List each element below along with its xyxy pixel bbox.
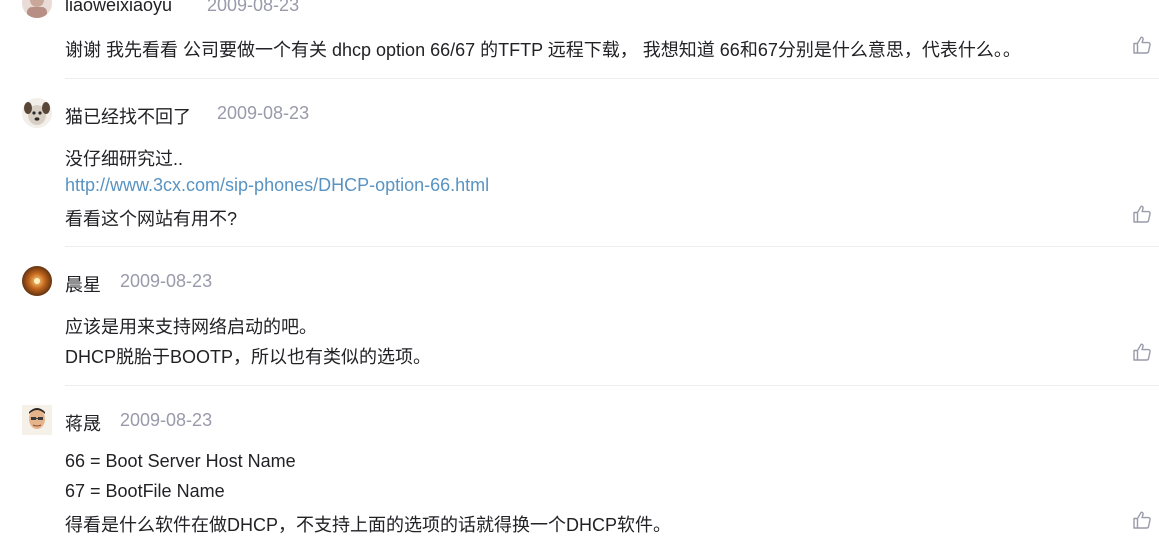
thumbs-up-icon	[1133, 205, 1151, 223]
like-button[interactable]	[1132, 35, 1152, 55]
user-avatar-dog-icon	[22, 98, 52, 128]
comment-text-line: 应该是用来支持网络启动的吧。	[65, 317, 317, 337]
thumbs-up-icon	[1133, 511, 1151, 529]
comment-divider	[65, 385, 1159, 386]
comment-text-line: 67 = BootFile Name	[65, 481, 225, 501]
comment-text-line: 看看这个网站有用不?	[65, 209, 238, 229]
comment-date: 2009-08-23	[217, 103, 310, 123]
like-button[interactable]	[1132, 510, 1152, 530]
user-avatar-person-icon	[22, 405, 52, 435]
comment-divider	[65, 78, 1159, 79]
comment-text-line: DHCP脱胎于BOOTP，所以也有类似的选项。	[65, 347, 432, 367]
comment-text-line: 谢谢 我先看看 公司要做一个有关 dhcp option 66/67 的TFTP…	[65, 40, 1021, 60]
comment-date: 2009-08-23	[120, 410, 213, 430]
comment-author-name[interactable]: 晨星	[65, 271, 101, 297]
comment-author-name[interactable]: 猫已经找不回了	[65, 103, 191, 129]
comment-text-line: 66 = Boot Server Host Name	[65, 451, 296, 471]
avatar[interactable]	[22, 266, 52, 296]
comment-date: 2009-08-23	[207, 0, 300, 15]
avatar[interactable]	[22, 0, 52, 18]
comment-link[interactable]: http://www.3cx.com/sip-phones/DHCP-optio…	[65, 175, 489, 196]
comment-author-name[interactable]: liaoweixiaoyu	[65, 0, 172, 16]
user-avatar-sparkle-icon	[22, 266, 52, 296]
like-button[interactable]	[1132, 204, 1152, 224]
comment-text-line: 没仔细研究过..	[65, 149, 184, 169]
comment-author-name[interactable]: 蒋晟	[65, 410, 101, 436]
thumbs-up-icon	[1133, 343, 1151, 361]
avatar[interactable]	[22, 98, 52, 128]
thumbs-up-icon	[1133, 36, 1151, 54]
comment-divider	[65, 246, 1159, 247]
comment-text-line: 得看是什么软件在做DHCP，不支持上面的选项的话就得换一个DHCP软件。	[65, 515, 672, 535]
user-avatar-photo-icon	[22, 0, 52, 18]
comment-date: 2009-08-23	[120, 271, 213, 291]
avatar[interactable]	[22, 405, 52, 435]
like-button[interactable]	[1132, 342, 1152, 362]
